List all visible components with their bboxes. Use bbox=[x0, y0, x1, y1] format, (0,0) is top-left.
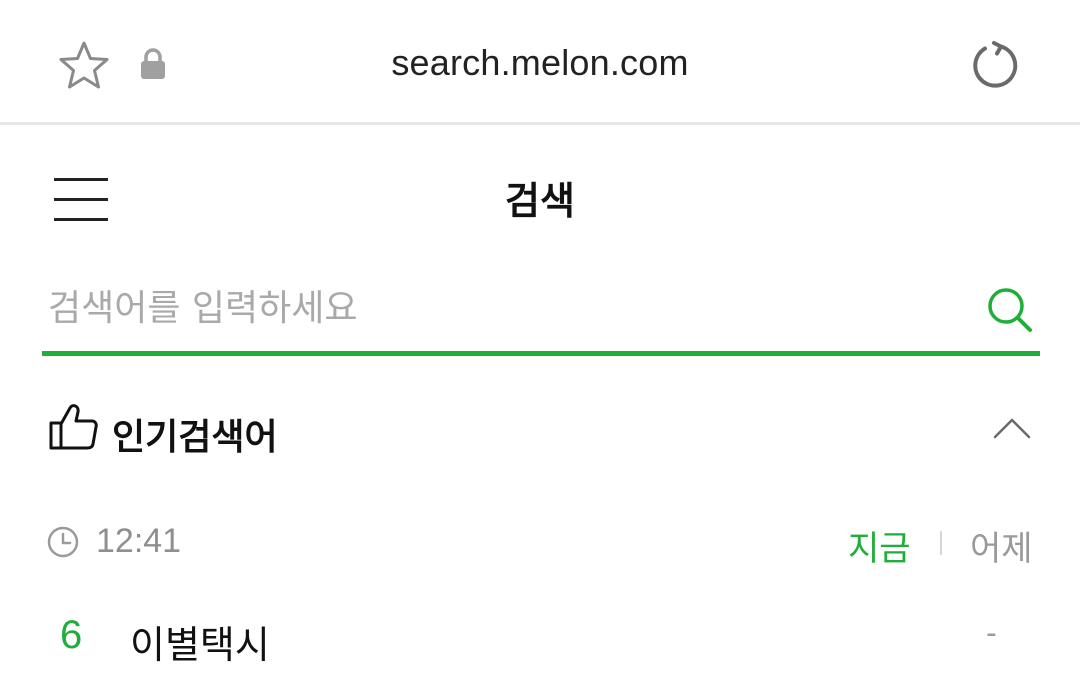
section-title: 인기검색어 bbox=[112, 417, 278, 458]
rank-change: - bbox=[986, 616, 997, 651]
browser-address-bar: search.melon.com bbox=[0, 0, 1080, 125]
tab-now[interactable]: 지금 bbox=[848, 521, 911, 570]
search-icon[interactable] bbox=[986, 286, 1034, 334]
thumbs-up-icon bbox=[48, 402, 98, 452]
tab-yesterday[interactable]: 어제 bbox=[970, 521, 1033, 570]
search-underline bbox=[42, 351, 1040, 356]
tab-divider bbox=[940, 531, 942, 555]
search-input[interactable] bbox=[42, 278, 974, 338]
clock-icon bbox=[46, 525, 80, 559]
chevron-up-icon[interactable] bbox=[992, 416, 1032, 440]
page-title: 검색 bbox=[505, 179, 575, 223]
update-time: 12:41 bbox=[96, 522, 182, 560]
rank-keyword[interactable]: 이별택시 bbox=[130, 614, 270, 669]
reload-icon[interactable] bbox=[970, 40, 1022, 92]
rank-number: 6 bbox=[60, 613, 83, 657]
url-text[interactable]: search.melon.com bbox=[0, 42, 1080, 84]
